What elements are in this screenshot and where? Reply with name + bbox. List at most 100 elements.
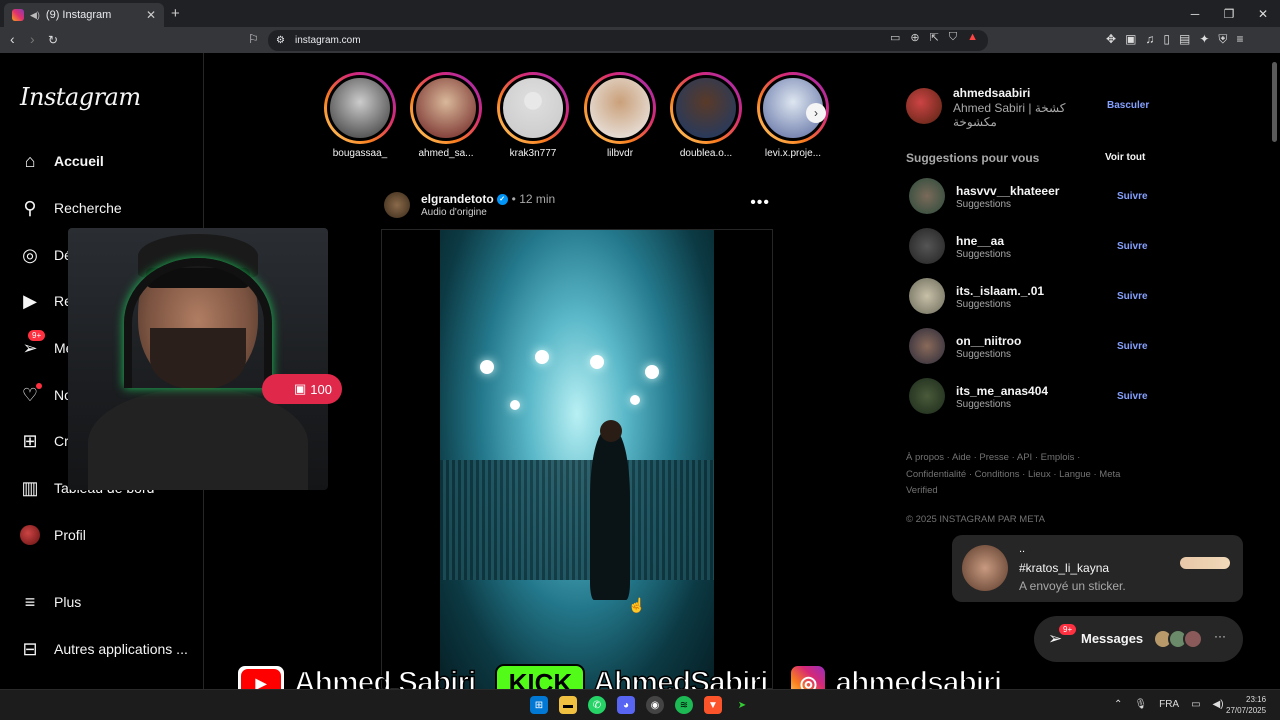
zoom-icon[interactable]: ⊕ [910,31,919,44]
microphone-icon[interactable]: 🎙 [1134,699,1147,710]
browser-tab[interactable]: ◀) (9) Instagram ✕ [4,3,164,27]
story-item[interactable]: lilbvdr [582,72,658,159]
home-icon: ⌂ [24,150,36,171]
messages-button[interactable]: ➢ 9+ Messages ··· [1034,616,1243,662]
story-item[interactable]: bougassaa_ [322,72,398,159]
chevron-right-icon[interactable]: › [806,103,826,123]
bookmark-icon[interactable]: ⚐ [248,32,259,46]
menu-icon: ≡ [24,591,36,612]
share-icon[interactable]: ⇱ [930,31,939,44]
avatar[interactable] [909,228,945,264]
obs-icon[interactable]: ◉ [646,696,664,714]
forward-icon[interactable]: › [30,31,35,47]
cast-icon[interactable]: ▭ [890,31,900,44]
see-all-link[interactable]: Voir tout [1105,152,1145,163]
message-notification[interactable]: .. #kratos_li_kayna A envoyé un sticker. [952,535,1243,602]
streamer-webcam [68,228,328,490]
suggestion-username[interactable]: hasvvv__khateeer [956,184,1059,198]
discord-icon[interactable]: ◕ [617,696,635,714]
reload-icon[interactable]: ↻ [48,33,58,47]
menu-icon[interactable]: ≡ [1236,32,1243,47]
shield-icon[interactable]: ⛉ [949,31,957,44]
reels-icon: ▶ [23,290,37,311]
avatar [20,525,40,545]
suggestion-subtitle: Suggestions [956,249,1012,260]
volume-icon[interactable]: ◀) [1213,699,1224,710]
avatar[interactable] [384,192,410,218]
windows-start-icon[interactable]: ⊞ [530,696,548,714]
sidebar-item-home[interactable]: ⌂ Accueil [20,151,104,171]
search-icon: ⚲ [23,197,37,218]
sidebar-item-other-apps[interactable]: ⊟ Autres applications ... [20,639,187,659]
sidebar-item-more[interactable]: ≡ Plus [20,591,82,612]
wallet-icon[interactable]: ▤ [1179,32,1190,47]
sidebar-item-profile[interactable]: Profil [20,525,86,545]
avatar[interactable] [906,88,942,124]
restore-icon[interactable]: ❐ [1212,0,1246,27]
story-item[interactable]: krak3n777 [495,72,571,159]
screenshot-icon[interactable]: ▣ [1125,32,1136,47]
suggestion-username[interactable]: on__niitroo [956,334,1021,348]
avatar[interactable] [909,378,945,414]
extensions-icon[interactable]: ✥ [1106,32,1116,47]
sidebar-item-search[interactable]: ⚲ Recherche [20,197,121,218]
follow-button[interactable]: Suivre [1117,341,1148,352]
instagram-logo[interactable]: Instagram [20,83,141,111]
suggestion-item: on__niitroo Suggestions Suivre [909,328,1149,364]
vpn-icon[interactable]: ⛨ [1218,32,1227,47]
new-tab-icon[interactable]: + [171,5,180,22]
footer-links[interactable]: À propos · Aide · Presse · API · Emplois… [906,450,1126,500]
music-icon[interactable]: ♫ [1145,32,1154,47]
avatar[interactable] [909,178,945,214]
reel-video[interactable] [440,230,714,690]
clock-date: 27/07/2025 [1226,706,1267,715]
mouse-cursor-icon: ☝ [628,597,646,613]
post-media[interactable] [381,229,773,690]
post-username[interactable]: elgrandetoto [421,192,494,206]
page-scrollbar[interactable] [1272,62,1277,142]
suggestion-item: its_me_anas404 Suggestions Suivre [909,378,1149,414]
follow-button[interactable]: Suivre [1117,391,1148,402]
follow-button[interactable]: Suivre [1117,191,1148,202]
suggestion-username[interactable]: hne__aa [956,234,1004,248]
story-item[interactable]: doublea.o... [668,72,744,159]
sidebar-icon[interactable]: ▯ [1163,32,1170,47]
speaker-icon[interactable]: ◀) [30,10,40,21]
minimize-icon[interactable]: ─ [1178,0,1212,27]
close-tab-icon[interactable]: ✕ [146,8,156,22]
app-icon[interactable]: ➤ [733,696,751,714]
ai-icon[interactable]: ✦ [1199,32,1209,47]
follow-button[interactable]: Suivre [1117,241,1148,252]
spotify-icon[interactable]: ≋ [675,696,693,714]
sticker-preview [1180,557,1230,569]
language-indicator[interactable]: FRA [1159,699,1179,710]
close-window-icon[interactable]: ✕ [1246,0,1280,27]
verified-icon: ✓ [496,194,508,206]
clock[interactable]: 23:16 27/07/2025 [1226,694,1266,716]
rewards-icon[interactable]: ▲ [967,31,978,44]
follow-button[interactable]: Suivre [1117,291,1148,302]
story-username: bougassaa_ [332,148,388,159]
post-username-line: elgrandetoto ✓ • 12 min [421,192,555,206]
browser-tabbar: ◀) (9) Instagram ✕ + ─ ❐ ✕ [0,0,1280,27]
whatsapp-icon[interactable]: ✆ [588,696,606,714]
avatar[interactable] [909,278,945,314]
site-info-icon[interactable]: ⚙ [276,35,285,46]
user-icon: ▣ [294,381,307,396]
file-explorer-icon[interactable]: ▬ [559,696,577,714]
avatar[interactable] [909,328,945,364]
more-options-icon[interactable]: ••• [750,194,770,212]
switch-account-button[interactable]: Basculer [1107,100,1149,111]
brave-icon[interactable]: ▼ [704,696,722,714]
chevron-up-icon[interactable]: ⌃ [1114,699,1122,710]
post-audio[interactable]: Audio d'origine [421,207,487,218]
suggestion-username[interactable]: its_me_anas404 [956,384,1048,398]
story-item[interactable]: ahmed_sa... [408,72,484,159]
back-icon[interactable]: ‹ [10,31,15,47]
suggestion-username[interactable]: its._islaam._.01 [956,284,1044,298]
account-username[interactable]: ahmedsaabiri [953,86,1030,100]
address-bar[interactable]: ⚙ instagram.com ▭ ⊕ ⇱ ⛉ ▲ [268,30,988,51]
subscriber-counter: ▣ 100 [262,374,342,404]
messenger-icon: ➢ 9+ [20,330,46,358]
network-icon[interactable]: ▭ [1191,699,1200,710]
